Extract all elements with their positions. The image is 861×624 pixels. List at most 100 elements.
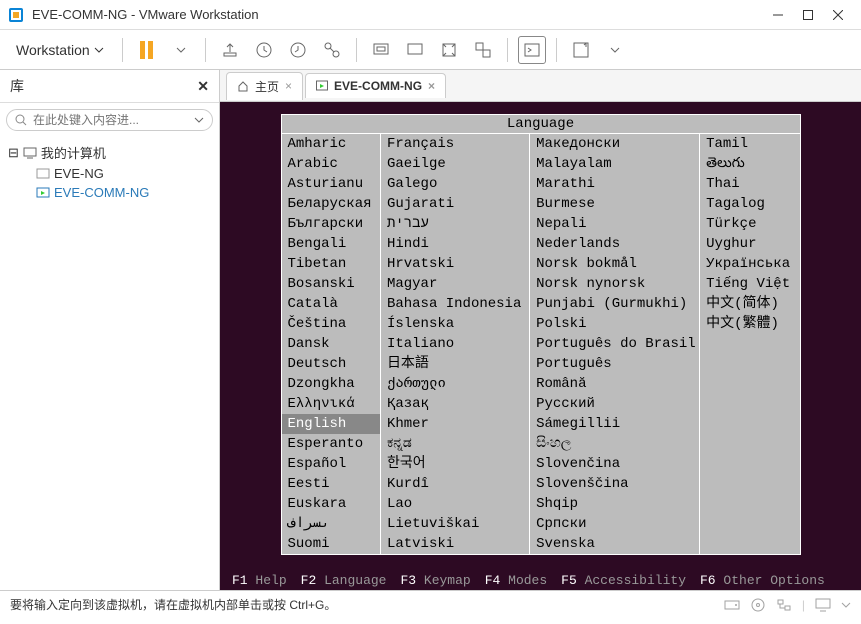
language-option[interactable]: Қазақ [381, 394, 529, 414]
snapshot-button[interactable] [250, 36, 278, 64]
language-option[interactable]: Euskara [282, 494, 380, 514]
language-option[interactable]: Hrvatski [381, 254, 529, 274]
vm-console[interactable]: Language AmharicArabicAsturianuБеларуска… [220, 102, 861, 590]
language-option[interactable]: ქართული [381, 374, 529, 394]
language-option[interactable]: Íslenska [381, 314, 529, 334]
language-option[interactable]: Slovenščina [530, 474, 699, 494]
tab-home[interactable]: 主页 × [226, 72, 303, 100]
language-option[interactable]: Thai [700, 174, 799, 194]
language-option[interactable]: ಕನ್ನಡ [381, 434, 529, 454]
fkey-f3[interactable]: F3 Keymap [400, 573, 470, 588]
cd-icon[interactable] [750, 598, 766, 612]
search-box[interactable] [6, 109, 213, 131]
language-option[interactable]: Malayalam [530, 154, 699, 174]
language-option[interactable]: Српски [530, 514, 699, 534]
network-icon[interactable] [776, 598, 792, 612]
language-option[interactable]: සිංහල [530, 434, 699, 454]
language-option[interactable]: Burmese [530, 194, 699, 214]
language-option[interactable]: Bengali [282, 234, 380, 254]
hdd-icon[interactable] [724, 598, 740, 612]
fullscreen-dropdown[interactable] [601, 36, 629, 64]
fkey-f4[interactable]: F4 Modes [485, 573, 547, 588]
language-option[interactable]: తెలుగు [700, 154, 799, 174]
language-option[interactable]: Magyar [381, 274, 529, 294]
language-option[interactable]: Nepali [530, 214, 699, 234]
language-option[interactable]: Русский [530, 394, 699, 414]
language-option[interactable]: Polski [530, 314, 699, 334]
language-option[interactable]: Tibetan [282, 254, 380, 274]
send-button[interactable] [216, 36, 244, 64]
language-option[interactable]: ىسراف [282, 514, 380, 534]
language-option[interactable]: Čeština [282, 314, 380, 334]
language-option[interactable]: Bahasa Indonesia [381, 294, 529, 314]
language-option[interactable]: Norsk nynorsk [530, 274, 699, 294]
language-option[interactable]: 中文(繁體) [700, 314, 799, 334]
language-option[interactable]: Svenska [530, 534, 699, 554]
language-option[interactable]: Amharic [282, 134, 380, 154]
language-option[interactable]: עברית [381, 214, 529, 234]
language-option[interactable]: Español [282, 454, 380, 474]
language-option[interactable]: Français [381, 134, 529, 154]
console-button[interactable] [518, 36, 546, 64]
sidebar-close-button[interactable]: ✕ [197, 78, 209, 95]
language-option[interactable]: Arabic [282, 154, 380, 174]
search-input[interactable] [33, 113, 188, 127]
language-option[interactable]: Punjabi (Gurmukhi) [530, 294, 699, 314]
tab-close-button[interactable]: × [285, 79, 292, 93]
language-option[interactable]: Português [530, 354, 699, 374]
unity-button[interactable] [469, 36, 497, 64]
language-option[interactable]: Slovenčina [530, 454, 699, 474]
language-option[interactable]: Tiếng Việt [700, 274, 799, 294]
language-option[interactable]: Bosanski [282, 274, 380, 294]
snapshot-revert-button[interactable] [284, 36, 312, 64]
language-option[interactable]: 日本語 [381, 354, 529, 374]
language-option[interactable]: Kurdî [381, 474, 529, 494]
workstation-menu[interactable]: Workstation [8, 38, 112, 62]
language-option[interactable]: Asturianu [282, 174, 380, 194]
language-option[interactable]: Eesti [282, 474, 380, 494]
chevron-down-icon[interactable] [841, 598, 851, 612]
fkey-f1[interactable]: F1 Help [232, 573, 287, 588]
maximize-button[interactable] [793, 5, 823, 25]
tab-vm[interactable]: EVE-COMM-NG × [305, 73, 446, 98]
language-option[interactable]: Gujarati [381, 194, 529, 214]
tree-vm-evecommng[interactable]: EVE-COMM-NG [8, 183, 211, 202]
language-option[interactable]: Lao [381, 494, 529, 514]
fkey-f6[interactable]: F6 Other Options [700, 573, 825, 588]
language-option[interactable]: Dzongkha [282, 374, 380, 394]
language-option[interactable]: Türkçe [700, 214, 799, 234]
minimize-button[interactable] [763, 5, 793, 25]
language-option[interactable]: Suomi [282, 534, 380, 554]
language-option[interactable]: English [282, 414, 380, 434]
stretch-button[interactable] [435, 36, 463, 64]
fkey-f2[interactable]: F2 Language [301, 573, 387, 588]
language-option[interactable]: Română [530, 374, 699, 394]
language-option[interactable]: Tamil [700, 134, 799, 154]
language-option[interactable]: Українська [700, 254, 799, 274]
fit-guest-button[interactable] [367, 36, 395, 64]
snapshot-manager-button[interactable] [318, 36, 346, 64]
language-option[interactable]: Latviski [381, 534, 529, 554]
language-option[interactable]: Català [282, 294, 380, 314]
language-option[interactable]: Galego [381, 174, 529, 194]
language-option[interactable]: Marathi [530, 174, 699, 194]
fkey-f5[interactable]: F5 Accessibility [561, 573, 686, 588]
language-option[interactable]: Dansk [282, 334, 380, 354]
display-icon[interactable] [815, 598, 831, 612]
language-option[interactable]: Uyghur [700, 234, 799, 254]
tree-vm-evenг[interactable]: EVE-NG [8, 164, 211, 183]
language-option[interactable]: 한국어 [381, 454, 529, 474]
tree-root[interactable]: ⊟ 我的计算机 [8, 141, 211, 164]
tab-close-button[interactable]: × [428, 79, 435, 93]
language-option[interactable]: Ελληνικά [282, 394, 380, 414]
fit-window-button[interactable] [401, 36, 429, 64]
language-option[interactable]: Lietuviškai [381, 514, 529, 534]
language-option[interactable]: Hindi [381, 234, 529, 254]
language-option[interactable]: Italiano [381, 334, 529, 354]
power-dropdown[interactable] [167, 36, 195, 64]
language-option[interactable]: Tagalog [700, 194, 799, 214]
language-option[interactable]: Български [282, 214, 380, 234]
language-option[interactable]: Português do Brasil [530, 334, 699, 354]
language-option[interactable]: Беларуская [282, 194, 380, 214]
language-option[interactable]: Norsk bokmål [530, 254, 699, 274]
